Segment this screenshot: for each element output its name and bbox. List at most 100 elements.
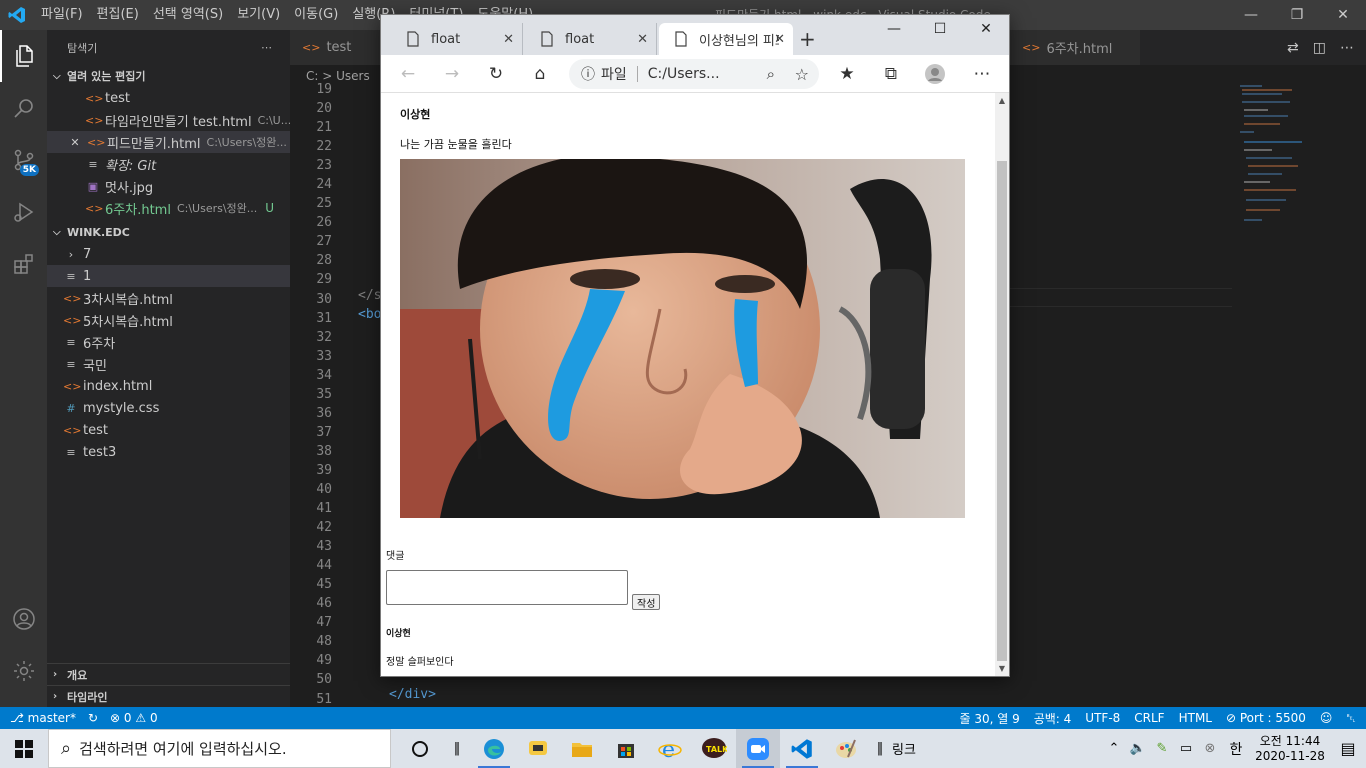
language-mode[interactable]: HTML [1179,711,1212,725]
minimap[interactable] [1232,80,1352,240]
paint-app-icon[interactable] [824,729,868,768]
open-editor-item[interactable]: <> 6주차.html C:\Users\정완... U [47,197,290,219]
ime-indicator[interactable]: 한 [1222,739,1250,759]
menu-view[interactable]: 보기(V) [230,0,287,30]
home-icon[interactable]: ⌂ [527,62,553,86]
windows-start-icon[interactable] [0,729,48,768]
eol-status[interactable]: CRLF [1134,711,1164,725]
action-center-icon[interactable]: ▤ [1330,739,1366,758]
file-tree-item[interactable]: ≡ test3 [47,441,290,463]
collections-icon[interactable]: ⧉ [878,62,904,86]
minimize-icon[interactable]: — [871,15,917,43]
zoom-app-icon[interactable] [736,729,780,768]
file-tree-item[interactable]: <> 5차시복습.html [47,309,290,331]
outline-header[interactable]: › 개요 [47,663,290,685]
menu-file[interactable]: 파일(F) [34,0,90,30]
live-server-status[interactable]: ⊘ Port : 5500 [1226,711,1306,725]
search-activity-icon[interactable] [0,82,47,134]
code-line[interactable]: </div> [389,687,436,702]
vscode-taskbar-icon[interactable] [780,729,824,768]
links-toolbar[interactable]: 링크 [892,739,916,758]
open-editor-item[interactable]: <> 타임라인만들기 test.html C:\U... [47,109,290,131]
file-tree-item[interactable]: ≡ 6주차 [47,331,290,353]
zoom-icon[interactable]: ⌕ [767,65,775,83]
info-icon[interactable]: ⓘ [581,64,595,84]
browser-tab[interactable]: float ✕ [525,23,657,55]
scrollbar-thumb[interactable] [997,161,1007,661]
code-line[interactable]: </s [358,288,381,303]
close-icon[interactable]: ✕ [963,15,1009,43]
close-tab-icon[interactable]: ✕ [637,32,648,47]
browser-tab[interactable]: float ✕ [391,23,523,55]
task-view-icon[interactable]: ‖ [442,729,472,768]
open-editor-item-active[interactable]: ✕ <> 피드만들기.html C:\Users\정완... [47,131,290,153]
taskbar-search-box[interactable]: ⌕ 검색하려면 여기에 입력하십시오. [48,729,391,768]
feedback-icon[interactable]: ☺ [1320,711,1333,725]
file-tree-item[interactable]: # mystyle.css [47,397,290,419]
page-scrollbar[interactable]: ▲ ▼ [995,93,1009,676]
notifications-bell-icon[interactable]: ␇ [1346,711,1356,726]
more-actions-icon[interactable]: ⋯ [1340,40,1354,56]
scroll-up-icon[interactable]: ▲ [995,96,1009,105]
open-changes-icon[interactable]: ⇄ [1287,40,1299,56]
new-tab-icon[interactable]: + [799,27,816,51]
file-tree-item[interactable]: ≡ 1 [47,265,290,287]
account-icon[interactable] [0,593,47,645]
editor-tab[interactable]: <> 6주차.html [1010,30,1140,65]
show-hidden-icons-chevron-up-icon[interactable]: ⌃ [1102,741,1126,756]
scroll-down-icon[interactable]: ▼ [995,664,1009,673]
comment-textarea[interactable] [386,570,628,605]
menu-selection[interactable]: 선택 영역(S) [146,0,230,30]
volume-icon[interactable]: 🔈 [1126,741,1150,756]
settings-more-icon[interactable]: ⋯ [969,62,995,86]
submit-comment-button[interactable]: 작성 [632,594,661,610]
file-tree-item[interactable]: <> index.html [47,375,290,397]
microsoft-store-icon[interactable] [604,729,648,768]
taskbar-clock[interactable]: 오전 11:44 2020-11-28 [1250,734,1330,764]
forward-arrow-icon[interactable]: → [439,62,465,86]
profile-avatar-icon[interactable] [922,62,948,86]
run-debug-activity-icon[interactable] [0,186,47,238]
restore-icon[interactable]: ❐ [1274,0,1320,30]
open-editor-item[interactable]: ▣ 멋사.jpg [47,175,290,197]
internet-explorer-icon[interactable]: e [648,729,692,768]
close-editor-icon[interactable]: ✕ [67,136,83,149]
file-tree-item[interactable]: › 7 [47,243,290,265]
kakaotalk-icon[interactable]: TALK [692,729,736,768]
cortana-icon[interactable] [398,729,442,768]
address-bar[interactable]: ⓘ 파일 C:/Users... ⌕ ☆ [569,59,819,89]
menu-go[interactable]: 이동(G) [287,0,345,30]
edge-browser-icon[interactable] [472,729,516,768]
file-explorer-icon[interactable] [560,729,604,768]
minimize-icon[interactable]: — [1228,0,1274,30]
problems-status[interactable]: ⊗ 0 ⚠ 0 [110,711,158,725]
pen-icon[interactable]: ✎ [1150,741,1174,756]
open-editors-header[interactable]: ⌵ 열려 있는 편집기 [47,65,290,87]
battery-icon[interactable]: ▭ [1174,741,1198,756]
extensions-activity-icon[interactable] [0,238,47,290]
maximize-icon[interactable]: ☐ [917,15,963,43]
favorites-icon[interactable]: ★ [834,62,860,86]
indentation-status[interactable]: 공백: 4 [1034,710,1072,727]
file-tree-item[interactable]: ≡ 국민 [47,353,290,375]
code-line[interactable]: <bo [358,307,381,322]
open-editor-item[interactable]: <> test [47,87,290,109]
refresh-icon[interactable]: ↻ [483,62,509,86]
close-icon[interactable]: ✕ [1320,0,1366,30]
menu-edit[interactable]: 편집(E) [90,0,146,30]
close-tab-icon[interactable]: ✕ [503,32,514,47]
open-editor-item[interactable]: ≡ 확장: Git [47,153,290,175]
network-disconnected-icon[interactable]: ⊗ [1198,741,1222,756]
favorite-star-icon[interactable]: ☆ [795,65,809,84]
split-editor-icon[interactable]: ◫ [1313,40,1326,56]
workspace-header[interactable]: ⌵ WINK.EDC [47,221,290,243]
file-tree-item[interactable]: <> test [47,419,290,441]
encoding-status[interactable]: UTF-8 [1085,711,1120,725]
git-branch-status[interactable]: ⎇ master* [10,711,76,725]
explorer-activity-icon[interactable] [0,30,47,82]
cursor-position[interactable]: 줄 30, 열 9 [959,710,1019,727]
chat-app-icon[interactable] [516,729,560,768]
more-actions-icon[interactable]: ⋯ [261,41,272,54]
timeline-header[interactable]: › 타임라인 [47,685,290,707]
back-arrow-icon[interactable]: ← [395,62,421,86]
